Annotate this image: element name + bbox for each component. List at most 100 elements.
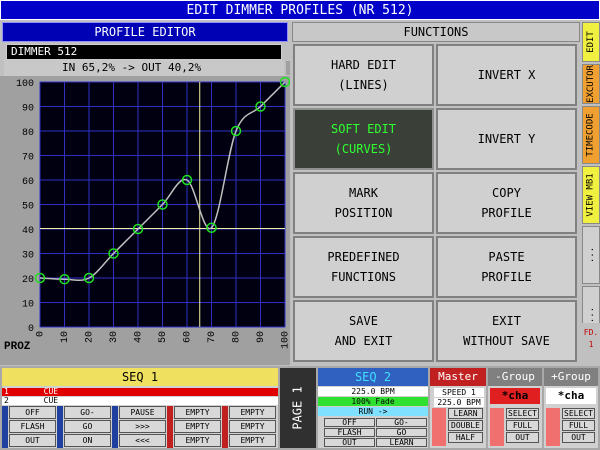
profile-chart[interactable]: 0 10 20 30 40 50 60 70 80 90 100 0 10 20 30 40 50 60 70 80 9… xyxy=(0,76,292,365)
right-tab-5[interactable]: ... xyxy=(582,226,600,284)
plus-group-executor[interactable]: +Group *cha SELECT FULL OUT xyxy=(544,368,598,448)
seq1-cue-row-1[interactable]: 1 CUE xyxy=(2,388,278,396)
master-button[interactable]: DOUBLE xyxy=(448,420,483,431)
y-tick-label: 20 xyxy=(22,275,34,286)
x-tick-label: 50 xyxy=(158,331,169,343)
seq1-button[interactable]: OUT xyxy=(9,434,56,447)
right-tab-strip: EDIT EXCUTOR TIMECODE VIEW MB1...... xyxy=(582,20,600,365)
save-and-exit-button[interactable]: SAVE AND EXIT xyxy=(293,300,434,362)
x-tick-label: 10 xyxy=(60,331,71,343)
right-tab-label: ... xyxy=(586,246,597,264)
minus-group-button[interactable]: OUT xyxy=(506,432,539,443)
invert-x-button[interactable]: INVERT X xyxy=(436,44,577,106)
master-button[interactable]: LEARN xyxy=(448,408,483,419)
right-tab-1[interactable]: EDIT xyxy=(582,22,600,62)
functions-panel: FUNCTIONS HARD EDIT (LINES) INVERT X SOFT … xyxy=(290,20,582,365)
master-fader[interactable] xyxy=(432,408,446,446)
seq1-button[interactable]: PAUSE xyxy=(119,406,166,419)
y-tick-label: 100 xyxy=(16,79,34,90)
hard-edit-button[interactable]: HARD EDIT (LINES) xyxy=(293,44,434,106)
x-tick-label: 40 xyxy=(134,331,145,343)
seq1-button[interactable]: FLASH xyxy=(9,420,56,433)
fd-indicator: FD. 1 xyxy=(582,323,600,365)
right-tab-4[interactable]: VIEW MB1 xyxy=(582,166,600,224)
copy-profile-button[interactable]: COPY PROFILE xyxy=(436,172,577,234)
right-tab-label: EDIT xyxy=(586,31,596,53)
seq2-button[interactable]: OUT xyxy=(324,438,375,447)
minus-group-name: *cha xyxy=(490,388,540,404)
cue-label: CUE xyxy=(43,387,59,396)
seq1-button[interactable]: EMPTY xyxy=(174,420,221,433)
mark-position-button[interactable]: MARK POSITION xyxy=(293,172,434,234)
seq2-button[interactable]: GO xyxy=(376,428,427,437)
master-button[interactable]: HALF xyxy=(448,432,483,443)
seq1-button[interactable]: EMPTY xyxy=(229,420,276,433)
page-label: PAGE 1 xyxy=(291,386,306,430)
x-tick-label: 100 xyxy=(281,331,290,349)
seq1-title: SEQ 1 xyxy=(2,368,278,386)
minus-group-title: -Group xyxy=(488,368,542,386)
seq2-button[interactable]: FLASH xyxy=(324,428,375,437)
seq1-button[interactable]: EMPTY xyxy=(229,406,276,419)
fd-label: FD. xyxy=(583,328,599,337)
plus-group-button[interactable]: SELECT xyxy=(562,408,595,419)
seq1-button[interactable]: EMPTY xyxy=(174,434,221,447)
page-indicator[interactable]: PAGE 1 xyxy=(280,368,316,448)
functions-header: FUNCTIONS xyxy=(292,22,580,42)
minus-group-button[interactable]: FULL xyxy=(506,420,539,431)
x-tick-label: 90 xyxy=(256,331,267,343)
seq1-cue-row-2[interactable]: 2 CUE xyxy=(2,397,278,405)
y-tick-label: 70 xyxy=(22,153,34,164)
seq2-run: RUN -> xyxy=(318,407,428,416)
seq1-button[interactable]: >>> xyxy=(119,420,166,433)
seq1-button[interactable]: ON xyxy=(64,434,111,447)
minus-group-button[interactable]: SELECT xyxy=(506,408,539,419)
y-tick-label: 30 xyxy=(22,251,34,262)
x-tick-label: 30 xyxy=(109,331,120,343)
minus-group-fader[interactable] xyxy=(490,408,504,446)
plus-group-button[interactable]: FULL xyxy=(562,420,595,431)
y-tick-label: 40 xyxy=(22,226,34,237)
y-tick-label: 80 xyxy=(22,128,34,139)
window-title: EDIT DIMMER PROFILES (NR 512) xyxy=(0,0,600,20)
seq1-button[interactable]: GO xyxy=(64,420,111,433)
predefined-functions-button[interactable]: PREDEFINED FUNCTIONS xyxy=(293,236,434,298)
x-tick-label: 0 xyxy=(36,331,47,337)
right-tab-3[interactable]: TIMECODE xyxy=(582,106,600,164)
right-tab-2[interactable]: EXCUTOR xyxy=(582,64,600,104)
seq2-button[interactable]: LEARN xyxy=(376,438,427,447)
in-out-readout: IN 65,2% -> OUT 40,2% xyxy=(4,60,284,76)
y-axis-label: PROZ xyxy=(4,341,31,353)
minus-group-executor[interactable]: -Group *cha SELECT FULL OUT xyxy=(488,368,542,448)
profile-editor-header: PROFILE EDITOR xyxy=(2,22,288,42)
master-bpm: 225.0 BPM xyxy=(434,398,484,407)
profile-name-field[interactable]: DIMMER 512 xyxy=(6,44,282,60)
seq2-bpm: 225.0 BPM xyxy=(318,387,428,396)
master-executor[interactable]: Master SPEED 1 225.0 BPM LEARN DOUBLE HALF xyxy=(430,368,486,448)
seq1-button[interactable]: OFF xyxy=(9,406,56,419)
seq2-button[interactable]: OFF xyxy=(324,418,375,427)
seq1-button[interactable]: EMPTY xyxy=(229,434,276,447)
seq1-executor[interactable]: SEQ 1 1 CUE 2 CUE OFF GO- PAUSE EMPTY EMPTY F… xyxy=(2,368,278,448)
seq2-executor[interactable]: SEQ 2 225.0 BPM 100% Fade RUN -> OFF GO- F… xyxy=(318,368,428,448)
seq1-button[interactable]: GO- xyxy=(64,406,111,419)
seq1-button[interactable]: <<< xyxy=(119,434,166,447)
executor-strip xyxy=(222,406,228,448)
plus-group-fader[interactable] xyxy=(546,408,560,446)
x-tick-label: 70 xyxy=(207,331,218,343)
seq2-button[interactable]: GO- xyxy=(376,418,427,427)
plus-group-button[interactable]: OUT xyxy=(562,432,595,443)
soft-edit-button[interactable]: SOFT EDIT (CURVES) xyxy=(293,108,434,170)
cue-number: 2 xyxy=(4,396,9,405)
executor-strip xyxy=(57,406,63,448)
invert-y-button[interactable]: INVERT Y xyxy=(436,108,577,170)
profile-chart-area: 0 10 20 30 40 50 60 70 80 90 100 0 10 20 30 40 50 60 70 80 9… xyxy=(0,76,292,365)
plus-group-name: *cha xyxy=(546,388,596,404)
x-tick-label: 60 xyxy=(183,331,194,343)
y-tick-label: 0 xyxy=(28,324,34,335)
paste-profile-button[interactable]: PASTE PROFILE xyxy=(436,236,577,298)
seq1-button[interactable]: EMPTY xyxy=(174,406,221,419)
exit-without-save-button[interactable]: EXIT WITHOUT SAVE xyxy=(436,300,577,362)
master-title: Master xyxy=(430,368,486,386)
cue-number: 1 xyxy=(4,387,9,396)
